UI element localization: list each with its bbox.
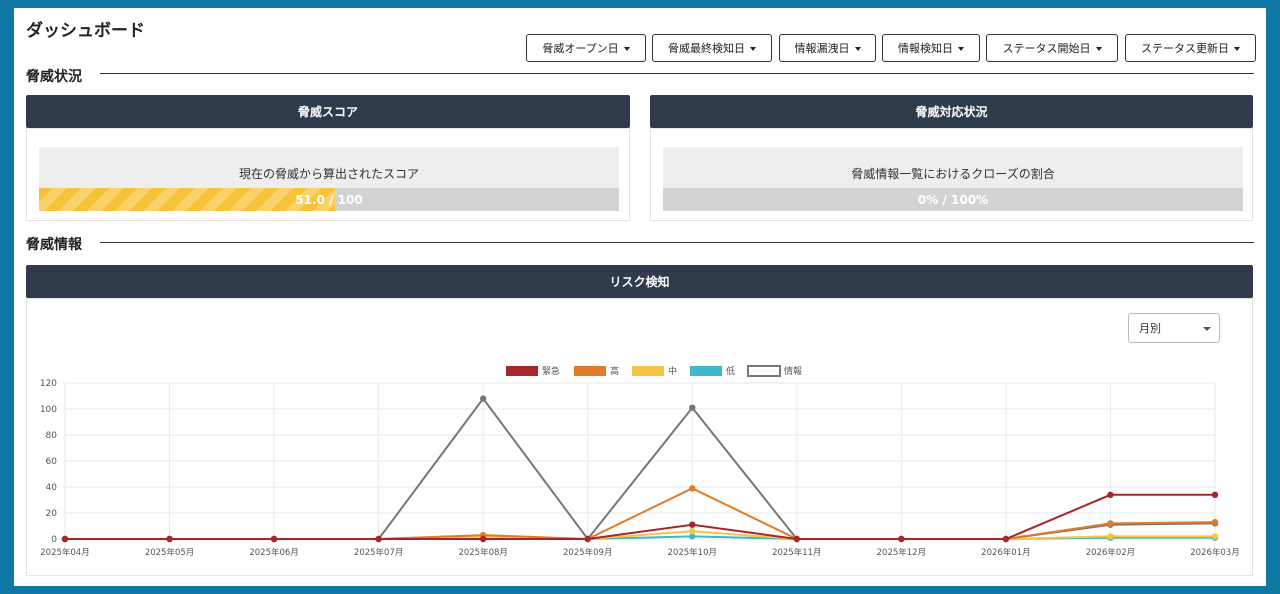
x-tick-label: 2025年07月 — [354, 547, 403, 558]
dashboard: ダッシュボード 脅威オープン日 脅威最終検知日 情報漏洩日 情報検知日 ステータス開始日… — [14, 8, 1266, 586]
x-tick-label: 2025年04月 — [40, 547, 89, 558]
x-tick-label: 2025年10月 — [668, 547, 717, 558]
data-point[interactable] — [689, 521, 696, 528]
y-tick-label: 60 — [46, 457, 58, 467]
legend-label[interactable]: 中 — [668, 365, 677, 377]
x-tick-label: 2026年03月 — [1190, 547, 1239, 558]
data-point[interactable] — [1107, 533, 1114, 540]
legend-swatch[interactable] — [747, 365, 781, 377]
data-point[interactable] — [793, 535, 801, 543]
y-tick-label: 120 — [40, 379, 57, 389]
data-point[interactable] — [61, 535, 69, 543]
legend-swatch[interactable] — [632, 366, 664, 376]
legend-label[interactable]: 高 — [610, 365, 619, 377]
x-tick-label: 2026年01月 — [981, 547, 1030, 558]
y-tick-label: 40 — [46, 483, 58, 493]
data-point[interactable] — [689, 485, 696, 492]
legend-label[interactable]: 緊急 — [542, 365, 560, 377]
data-point[interactable] — [1107, 491, 1114, 498]
data-point[interactable] — [479, 395, 487, 402]
x-tick-label: 2025年09月 — [563, 547, 612, 558]
data-point[interactable] — [1107, 520, 1114, 527]
legend-swatch[interactable] — [690, 366, 722, 376]
data-point[interactable] — [479, 535, 487, 543]
data-point[interactable] — [270, 535, 278, 543]
data-point[interactable] — [1211, 518, 1219, 526]
data-point[interactable] — [689, 404, 696, 411]
x-tick-label: 2025年12月 — [877, 547, 926, 558]
x-tick-label: 2026年02月 — [1086, 547, 1135, 558]
data-point[interactable] — [1211, 533, 1219, 540]
data-point[interactable] — [1002, 535, 1010, 543]
series-line — [65, 493, 1215, 540]
y-tick-label: 100 — [40, 405, 57, 415]
series-line — [65, 396, 1216, 541]
y-tick-label: 20 — [46, 509, 58, 519]
data-point[interactable] — [166, 535, 173, 543]
data-point[interactable] — [689, 528, 696, 535]
x-tick-label: 2025年06月 — [249, 547, 298, 558]
x-tick-label: 2025年05月 — [145, 547, 194, 558]
x-tick-label: 2025年11月 — [772, 547, 821, 558]
legend-label[interactable]: 情報 — [784, 365, 802, 377]
legend-swatch[interactable] — [506, 366, 538, 376]
risk-chart: 0 20 40 60 80 100 120 2025年04月 2025年05月 2025年06月 2… — [40, 365, 1240, 558]
data-point[interactable] — [584, 535, 591, 543]
y-tick-label: 0 — [51, 535, 57, 545]
data-point[interactable] — [1211, 491, 1219, 498]
legend-label[interactable]: 低 — [726, 365, 735, 377]
data-point[interactable] — [375, 535, 382, 543]
data-point[interactable] — [898, 535, 905, 543]
legend-swatch[interactable] — [574, 366, 606, 376]
y-tick-label: 80 — [46, 431, 58, 441]
x-tick-label: 2025年08月 — [458, 547, 507, 558]
